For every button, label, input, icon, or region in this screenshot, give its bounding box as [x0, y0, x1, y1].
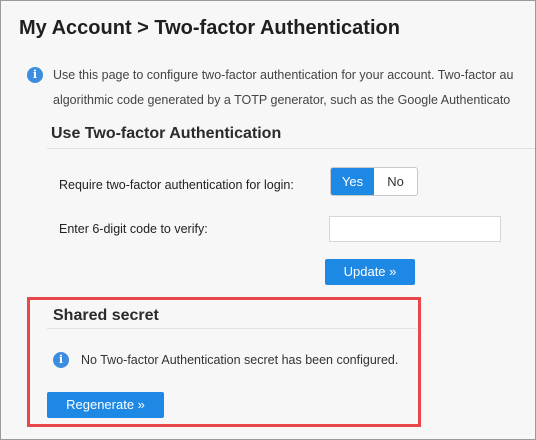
info-icon: i — [27, 67, 43, 83]
section-heading-shared-secret: Shared secret — [53, 307, 159, 324]
toggle-no-button[interactable]: No — [374, 168, 417, 195]
intro-text-line-2: algorithmic code generated by a TOTP gen… — [53, 93, 511, 107]
section-heading-use-2fa: Use Two-factor Authentication — [51, 125, 282, 142]
intro-text-line-1: Use this page to configure two-factor au… — [53, 68, 514, 82]
update-button[interactable]: Update » — [325, 259, 415, 285]
regenerate-button[interactable]: Regenerate » — [47, 392, 164, 418]
toggle-yes-button[interactable]: Yes — [331, 168, 374, 195]
verify-code-input[interactable] — [329, 216, 501, 242]
section-divider — [47, 328, 417, 329]
section-divider — [47, 148, 535, 149]
account-panel: My Account > Two-factor Authentication i… — [0, 0, 536, 440]
require-2fa-label: Require two-factor authentication for lo… — [59, 178, 294, 192]
info-icon: i — [53, 352, 69, 368]
verify-code-label: Enter 6-digit code to verify: — [59, 222, 208, 236]
require-2fa-toggle[interactable]: Yes No — [330, 167, 418, 196]
page-title: My Account > Two-factor Authentication — [19, 17, 400, 39]
no-secret-notice: No Two-factor Authentication secret has … — [81, 353, 399, 367]
